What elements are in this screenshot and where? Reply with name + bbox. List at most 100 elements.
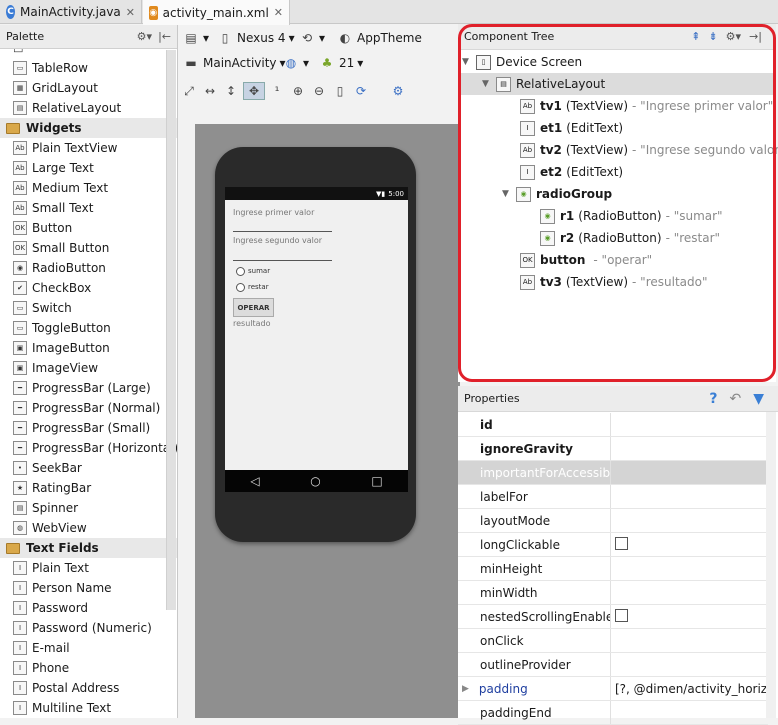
property-row-longclickable[interactable]: longClickable [458,533,768,557]
device-dropdown[interactable]: ▯ Nexus 4 ▾ [216,27,295,49]
property-row-ignoregravity[interactable]: ignoreGravity [458,437,768,461]
zoom-in-icon[interactable]: ⊕ [289,82,307,100]
tree-node-et1[interactable]: Iet1 (EditText) [520,117,627,139]
hide-panel-icon[interactable]: |← [158,30,171,43]
palette-item-ratingbar[interactable]: ★ RatingBar [0,478,177,498]
expand-icon[interactable]: ⤢ [180,82,198,100]
pan-icon[interactable]: ✥ [243,82,265,100]
palette-item-seekbar[interactable]: • SeekBar [0,458,177,478]
palette-item-small-text[interactable]: Ab Small Text [0,198,177,218]
palette-item-phone[interactable]: I Phone [0,658,177,678]
gear-icon[interactable]: ⚙▾ [726,30,741,43]
palette-item-progressbar-small[interactable]: ━ ProgressBar (Small) [0,418,177,438]
horizontal-fit-icon[interactable]: ↔ [201,82,219,100]
palette-item-gridlayout[interactable]: ▦ GridLayout [0,78,177,98]
palette-item-togglebutton[interactable]: ▭ ToggleButton [0,318,177,338]
palette-item-plain-text[interactable]: I Plain Text [0,558,177,578]
refresh-icon[interactable]: ⟳ [352,82,370,100]
tree-node-tv1[interactable]: Ab tv1 (TextView) - "Ingrese primer valor" [520,95,773,117]
property-value[interactable]: [?, @dimen/activity_horizon [611,682,768,696]
palette-item-progressbar-large[interactable]: ━ ProgressBar (Large) [0,378,177,398]
palette-item-password[interactable]: I Password [0,598,177,618]
palette-item-large-text[interactable]: Ab Large Text [0,158,177,178]
phone-screen[interactable] [225,187,408,492]
property-row-onclick[interactable]: onClick [458,629,768,653]
palette-item-tablerow[interactable]: ▭ TableRow [0,58,177,78]
tree-node-relativelayout[interactable]: ▼ ▤ RelativeLayout [458,73,776,95]
palette-item-plain-textview[interactable]: Ab Plain TextView [0,138,177,158]
palette-scrollbar[interactable] [166,50,176,610]
filter-icon[interactable]: ▼ [753,391,764,407]
property-row-importantforaccessibility[interactable]: importantForAccessibility [458,461,768,485]
property-row-padding[interactable]: ▶ padding [?, @dimen/activity_horizon [458,677,768,701]
tree-node-radiogroup[interactable]: ▼ ◉ radioGroup [502,183,620,205]
property-row-id[interactable]: id [458,413,768,437]
tree-node-tv3[interactable]: Ab tv3 (TextView) - "resultado" [520,271,707,293]
property-row-minheight[interactable]: minHeight [458,557,768,581]
gear-icon[interactable]: ⚙▾ [137,30,152,43]
palette-category[interactable]: Widgets [0,118,177,138]
locale-dropdown[interactable]: ◍ ▾ [282,52,309,74]
palette-item-button[interactable]: OK Button [0,218,177,238]
collapse-arrow-icon[interactable]: ▼ [482,79,492,89]
palette-item-radiobutton[interactable]: ◉ RadioButton [0,258,177,278]
hide-panel-icon[interactable]: →| [749,30,762,43]
expand-all-icon[interactable]: ⇞ [691,30,700,43]
close-tab-icon[interactable]: ✕ [274,6,283,19]
config-dropdown[interactable]: ▤ ▾ [182,27,209,49]
property-row-nestedscrollingenabled[interactable]: nestedScrollingEnabled [458,605,768,629]
palette-item-checkbox[interactable]: ✔ CheckBox [0,278,177,298]
collapse-arrow-icon[interactable]: ▼ [502,189,512,199]
palette-item-password-numeric[interactable]: I Password (Numeric) [0,618,177,638]
tab-activity-main-xml[interactable]: ◉ activity_main.xml ✕ [143,0,290,25]
tree-node-r1[interactable]: ◉ r1 (RadioButton) - "sumar" [540,205,723,227]
activity-dropdown[interactable]: ▬ MainActivity ▾ [182,52,285,74]
property-row-layoutmode[interactable]: layoutMode [458,509,768,533]
tree-node-device-screen[interactable]: ▼ ▯ Device Screen [462,51,582,73]
help-icon[interactable]: ? [709,391,717,407]
zoom-out-icon[interactable]: ⊖ [310,82,328,100]
tree-node-button[interactable]: OK button - "operar" [520,249,652,271]
palette-category[interactable]: Text Fields [0,538,177,558]
zoom-actual-icon[interactable]: ¹ [268,82,286,100]
screenshot-icon[interactable]: ▯ [331,82,349,100]
gear-icon[interactable]: ⚙ [389,82,407,100]
palette-item-imagebutton[interactable]: ▣ ImageButton [0,338,177,358]
property-value[interactable] [611,608,768,625]
tree-node-et2[interactable]: Iet2 (EditText) [520,161,627,183]
property-row-outlineprovider[interactable]: outlineProvider [458,653,768,677]
property-row-minwidth[interactable]: minWidth [458,581,768,605]
palette-item-small-button[interactable]: OK Small Button [0,238,177,258]
palette-item-person-name[interactable]: I Person Name [0,578,177,598]
vertical-fit-icon[interactable]: ↕ [222,82,240,100]
property-row-labelfor[interactable]: labelFor [458,485,768,509]
close-tab-icon[interactable]: ✕ [126,6,135,19]
tree-node-r2[interactable]: ◉ r2 (RadioButton) - "restar" [540,227,720,249]
tree-node-tv2[interactable]: Ab tv2 (TextView) - "Ingrese segundo valor" [520,139,778,161]
properties-scrollbar[interactable] [766,412,776,718]
palette-item-webview[interactable]: ◍ WebView [0,518,177,538]
collapse-arrow-icon[interactable]: ▼ [462,57,472,67]
theme-dropdown[interactable]: ◐ AppTheme [336,27,422,49]
palette-item-relativelayout[interactable]: ▤ RelativeLayout [0,98,177,118]
undo-icon[interactable]: ↶ [729,391,741,407]
palette-item-medium-text[interactable]: Ab Medium Text [0,178,177,198]
palette-item-spinner[interactable]: ▤ Spinner [0,498,177,518]
widget-icon: ◍ [13,521,27,535]
palette-item-progressbar-horizontal[interactable]: ━ ProgressBar (Horizontal) [0,438,177,458]
palette-item-e-mail[interactable]: I E-mail [0,638,177,658]
property-row-paddingend[interactable]: paddingEnd [458,701,768,725]
palette-item-imageview[interactable]: ▣ ImageView [0,358,177,378]
palette-item-progressbar-normal[interactable]: ━ ProgressBar (Normal) [0,398,177,418]
api-dropdown[interactable]: ♣ 21 ▾ [318,52,364,74]
property-checkbox[interactable] [615,536,628,550]
expand-arrow-icon[interactable]: ▶ [462,684,469,694]
palette-item-switch[interactable]: ▭ Switch [0,298,177,318]
orientation-dropdown[interactable]: ⟲ ▾ [298,27,325,49]
palette-item-multiline-text[interactable]: I Multiline Text [0,698,177,718]
tab-mainactivity-java[interactable]: C MainActivity.java ✕ [0,0,142,24]
property-value[interactable] [611,536,768,553]
palette-item-postal-address[interactable]: I Postal Address [0,678,177,698]
collapse-all-icon[interactable]: ⇟ [708,30,717,43]
property-checkbox[interactable] [615,608,628,622]
